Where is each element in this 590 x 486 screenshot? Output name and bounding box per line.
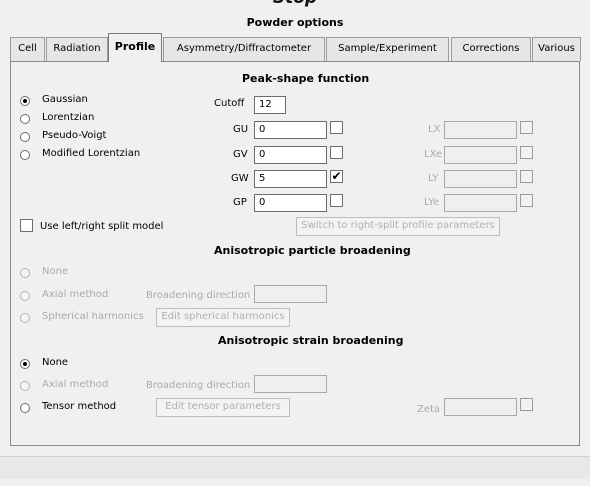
radio-particle-axial-label: Axial method [42,289,109,300]
radio-lorentzian-label: Lorentzian [42,112,95,123]
zeta-input[interactable] [444,398,517,416]
lxe-label: LXe [424,149,443,160]
edit-tensor-parameters-button[interactable]: Edit tensor parameters [156,398,290,417]
radio-strain-tensor[interactable] [20,403,30,413]
lx-label: LX [428,124,441,135]
particle-direction-label: Broadening direction [146,290,251,301]
split-model-checkbox[interactable] [20,219,33,232]
cutoff-label: Cutoff [214,98,245,109]
gv-label: GV [233,149,248,160]
window-title: Powder options [246,16,344,29]
radio-modified-lorentzian-label: Modified Lorentzian [42,148,141,159]
lx-refine-checkbox[interactable] [520,121,533,134]
cutoff-input[interactable]: 12 [254,96,286,114]
ly-input[interactable] [444,170,517,188]
radio-particle-none[interactable] [20,268,30,278]
radio-strain-none[interactable] [20,359,30,369]
lye-refine-checkbox[interactable] [520,194,533,207]
gu-label: GU [233,124,249,135]
tab-corrections[interactable]: Corrections [451,37,531,61]
tab-various[interactable]: Various [532,37,581,61]
radio-gaussian-label: Gaussian [42,94,88,105]
lxe-input[interactable] [444,146,517,164]
radio-particle-spherical-label: Spherical harmonics [42,311,144,322]
gp-label: GP [233,197,247,208]
peak-shape-title: Peak-shape function [242,72,370,85]
cut-off-title: Stop [0,0,590,8]
radio-strain-tensor-label: Tensor method [42,401,117,412]
particle-broadening-title: Anisotropic particle broadening [214,244,411,257]
zeta-label: Zeta [417,404,441,415]
radio-pseudo-voigt-label: Pseudo-Voigt [42,130,107,141]
gw-refine-checkbox[interactable]: ✔ [330,170,343,183]
particle-direction-input[interactable] [254,285,327,303]
gu-input[interactable]: 0 [254,121,327,139]
lx-input[interactable] [444,121,517,139]
tab-asymmetry-diffractometer[interactable]: Asymmetry/Diffractometer [163,37,325,61]
strain-direction-input[interactable] [254,375,327,393]
gp-refine-checkbox[interactable] [330,194,343,207]
ly-refine-checkbox[interactable] [520,170,533,183]
split-profile-button[interactable]: Switch to right-split profile parameters [296,217,500,236]
radio-strain-axial[interactable] [20,381,30,391]
radio-particle-axial[interactable] [20,291,30,301]
checkmark-icon: ✔ [331,169,342,183]
status-bar [0,456,590,479]
edit-spherical-harmonics-button[interactable]: Edit spherical harmonics [156,308,290,327]
lye-input[interactable] [444,194,517,212]
gv-refine-checkbox[interactable] [330,146,343,159]
gv-input[interactable]: 0 [254,146,327,164]
tab-cell[interactable]: Cell [10,37,45,61]
radio-particle-spherical[interactable] [20,313,30,323]
tab-radiation[interactable]: Radiation [46,37,108,61]
zeta-refine-checkbox[interactable] [520,398,533,411]
radio-gaussian[interactable] [20,96,30,106]
lxe-refine-checkbox[interactable] [520,146,533,159]
lye-label: LYe [424,197,440,208]
gw-label: GW [231,173,249,184]
tab-sample-experiment[interactable]: Sample/Experiment [326,37,449,61]
split-model-label: Use left/right split model [40,221,164,232]
radio-particle-none-label: None [42,266,69,277]
gu-refine-checkbox[interactable] [330,121,343,134]
radio-strain-axial-label: Axial method [42,379,109,390]
gp-input[interactable]: 0 [254,194,327,212]
radio-pseudo-voigt[interactable] [20,132,30,142]
radio-strain-none-label: None [42,357,69,368]
radio-modified-lorentzian[interactable] [20,150,30,160]
strain-broadening-title: Anisotropic strain broadening [218,334,404,347]
tab-profile[interactable]: Profile [108,33,162,62]
ly-label: LY [428,173,439,184]
strain-direction-label: Broadening direction [146,380,251,391]
gw-input[interactable]: 5 [254,170,327,188]
radio-lorentzian[interactable] [20,114,30,124]
